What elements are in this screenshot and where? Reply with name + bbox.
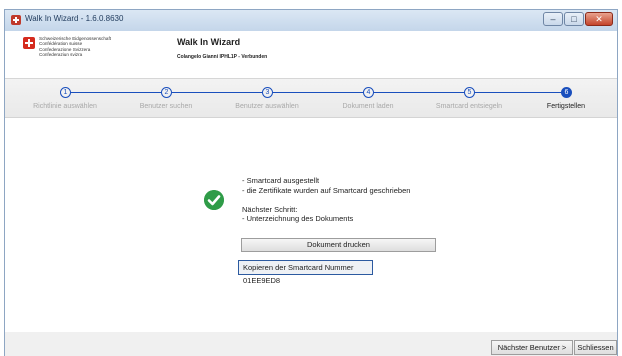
status-message: - Smartcard ausgestellt - die Zertifikat… xyxy=(242,176,410,224)
confederation-label: Schweizerische Eidgenossenschaft Confédé… xyxy=(39,36,111,58)
status-line: - die Zertifikate wurden auf Smartcard g… xyxy=(242,185,411,195)
close-button[interactable]: Schliessen xyxy=(574,340,617,355)
print-document-button[interactable]: Dokument drucken xyxy=(241,238,436,252)
window-title: Walk In Wizard - 1.6.0.8630 xyxy=(25,14,124,23)
step-5-indicator: 5 xyxy=(464,87,475,98)
step-1-indicator: 1 xyxy=(60,87,71,98)
app-icon xyxy=(11,15,21,25)
footer-bar: Nächster Benutzer > Schliessen xyxy=(5,332,617,356)
copy-smartcard-number-button[interactable]: Kopieren der Smartcard Nummer 01EE9ED8 xyxy=(238,260,373,285)
status-line xyxy=(242,195,410,205)
step-4-label: Dokument laden xyxy=(342,103,394,110)
wizard-title: Walk In Wizard xyxy=(177,37,241,47)
minimize-button[interactable]: – xyxy=(543,12,563,26)
close-window-button[interactable]: ✕ xyxy=(585,12,613,26)
window-titlebar: Walk In Wizard - 1.6.0.8630 – □ ✕ xyxy=(4,9,618,31)
step-3-label: Benutzer auswählen xyxy=(235,103,299,110)
check-icon xyxy=(204,190,224,210)
next-step-line: - Unterzeichnung des Dokuments xyxy=(242,214,354,223)
step-5-label: Smartcard entsiegeln xyxy=(435,103,503,110)
wizard-window: Schweizerische Eidgenossenschaft Confédé… xyxy=(4,31,618,356)
maximize-button[interactable]: □ xyxy=(564,12,584,26)
step-2-indicator: 2 xyxy=(161,87,172,98)
swiss-flag-icon xyxy=(23,37,35,49)
top-strip xyxy=(0,0,622,9)
step-6-indicator: 6 xyxy=(561,87,572,98)
connection-status: Colangelo Gianni IPHL1P - Verbunden xyxy=(177,54,268,60)
step-2-label: Benutzer suchen xyxy=(139,103,193,110)
next-user-button[interactable]: Nächster Benutzer > xyxy=(491,340,573,355)
wizard-steps: 1 Richtlinie auswählen 2 Benutzer suchen… xyxy=(5,79,617,118)
next-step-heading: Nächster Schritt: xyxy=(242,204,298,214)
step-4-indicator: 4 xyxy=(363,87,374,98)
step-1-label: Richtlinie auswählen xyxy=(33,103,97,110)
steps-progress-line xyxy=(65,92,570,93)
confederation-line: Confederaziun svizra xyxy=(39,52,83,58)
wizard-header: Schweizerische Eidgenossenschaft Confédé… xyxy=(5,31,617,79)
wizard-content: - Smartcard ausgestellt - die Zertifikat… xyxy=(5,118,617,356)
status-line: - Smartcard ausgestellt xyxy=(242,176,320,185)
step-6-label: Fertigstellen xyxy=(546,103,586,110)
step-3-indicator: 3 xyxy=(262,87,273,98)
